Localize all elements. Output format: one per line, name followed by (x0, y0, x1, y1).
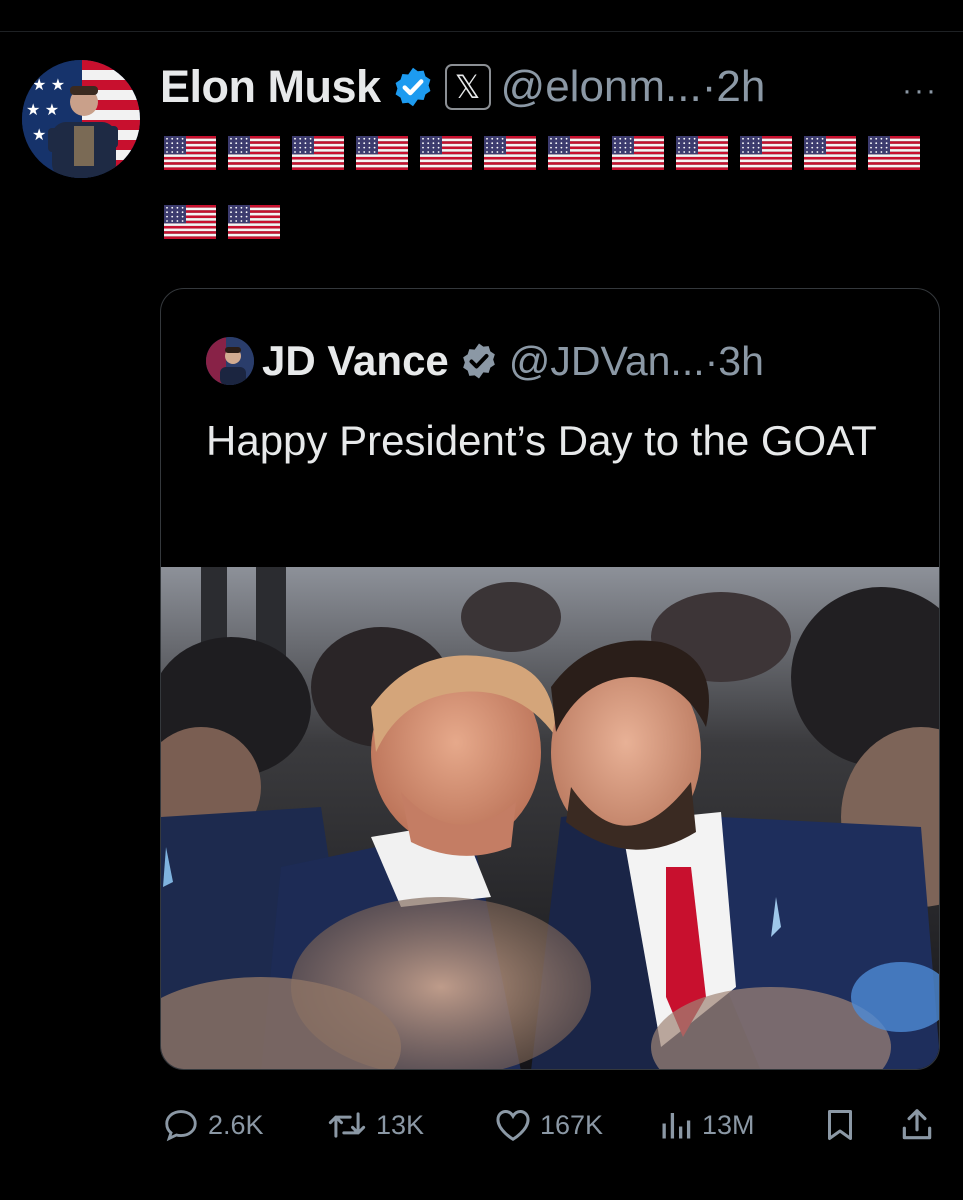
reply-count: 2.6K (208, 1109, 264, 1140)
like-button[interactable]: 167K (494, 1100, 603, 1150)
us-flag-icon (420, 136, 472, 170)
us-flag-icon (228, 205, 280, 239)
author-name[interactable]: Elon Musk (160, 61, 381, 113)
svg-text:★ ★: ★ ★ (32, 77, 65, 94)
us-flag-icon (292, 136, 344, 170)
tweet-header: Elon Musk 𝕏 @elonm...·2h (160, 54, 765, 120)
like-icon (496, 1110, 530, 1142)
quoted-handle-time[interactable]: @JDVan...·3h (509, 338, 764, 385)
quoted-author-name[interactable]: JD Vance (262, 337, 449, 385)
quoted-text: Happy President’s Day to the GOAT (206, 417, 877, 464)
repost-icon (328, 1112, 366, 1138)
us-flag-icon (164, 136, 216, 170)
us-flag-icon (868, 136, 920, 170)
bookmark-icon (828, 1110, 852, 1140)
quoted-verified-badge-icon (462, 343, 495, 379)
more-icon[interactable]: ··· (902, 74, 938, 108)
us-flag-icon (612, 136, 664, 170)
us-flag-icon (804, 136, 856, 170)
views-icon (662, 1113, 691, 1139)
avatar-image: ★ ★ ★ ★ ★ (22, 60, 140, 178)
quoted-tweet[interactable]: JD Vance @JDVan...·3h Happy President’s … (160, 288, 940, 1070)
flag-row-2 (164, 205, 934, 239)
us-flag-icon (676, 136, 728, 170)
tweet-flags (164, 136, 934, 274)
us-flag-icon (228, 136, 280, 170)
flag-row-1 (164, 136, 934, 170)
action-bar: 2.6K 13K 167K 13M (0, 1100, 963, 1150)
us-flag-icon (356, 136, 408, 170)
author-handle-time[interactable]: @elonm...·2h (501, 62, 766, 112)
us-flag-icon (740, 136, 792, 170)
svg-text:★ ★: ★ ★ (26, 102, 59, 119)
author-avatar[interactable]: ★ ★ ★ ★ ★ (22, 60, 140, 178)
repost-button[interactable]: 13K (326, 1100, 424, 1150)
us-flag-icon (484, 136, 536, 170)
quoted-avatar-image (206, 337, 254, 385)
repost-count: 13K (376, 1109, 425, 1140)
share-icon (902, 1109, 932, 1140)
verified-badge-icon (395, 67, 430, 107)
us-flag-icon (164, 205, 216, 239)
svg-text:★: ★ (32, 127, 46, 144)
x-affiliation-icon[interactable]: 𝕏 (444, 64, 491, 110)
views-count: 13M (702, 1109, 755, 1140)
top-divider (0, 31, 963, 32)
quoted-photo[interactable] (161, 567, 940, 1070)
views-button[interactable]: 13M (658, 1100, 755, 1150)
reply-icon (165, 1110, 197, 1142)
quoted-avatar (206, 337, 254, 385)
share-button[interactable] (898, 1100, 944, 1150)
quoted-header: JD Vance @JDVan...·3h (206, 331, 764, 391)
us-flag-icon (548, 136, 600, 170)
like-count: 167K (540, 1109, 604, 1140)
reply-button[interactable]: 2.6K (162, 1100, 264, 1150)
bookmark-button[interactable] (822, 1100, 866, 1150)
